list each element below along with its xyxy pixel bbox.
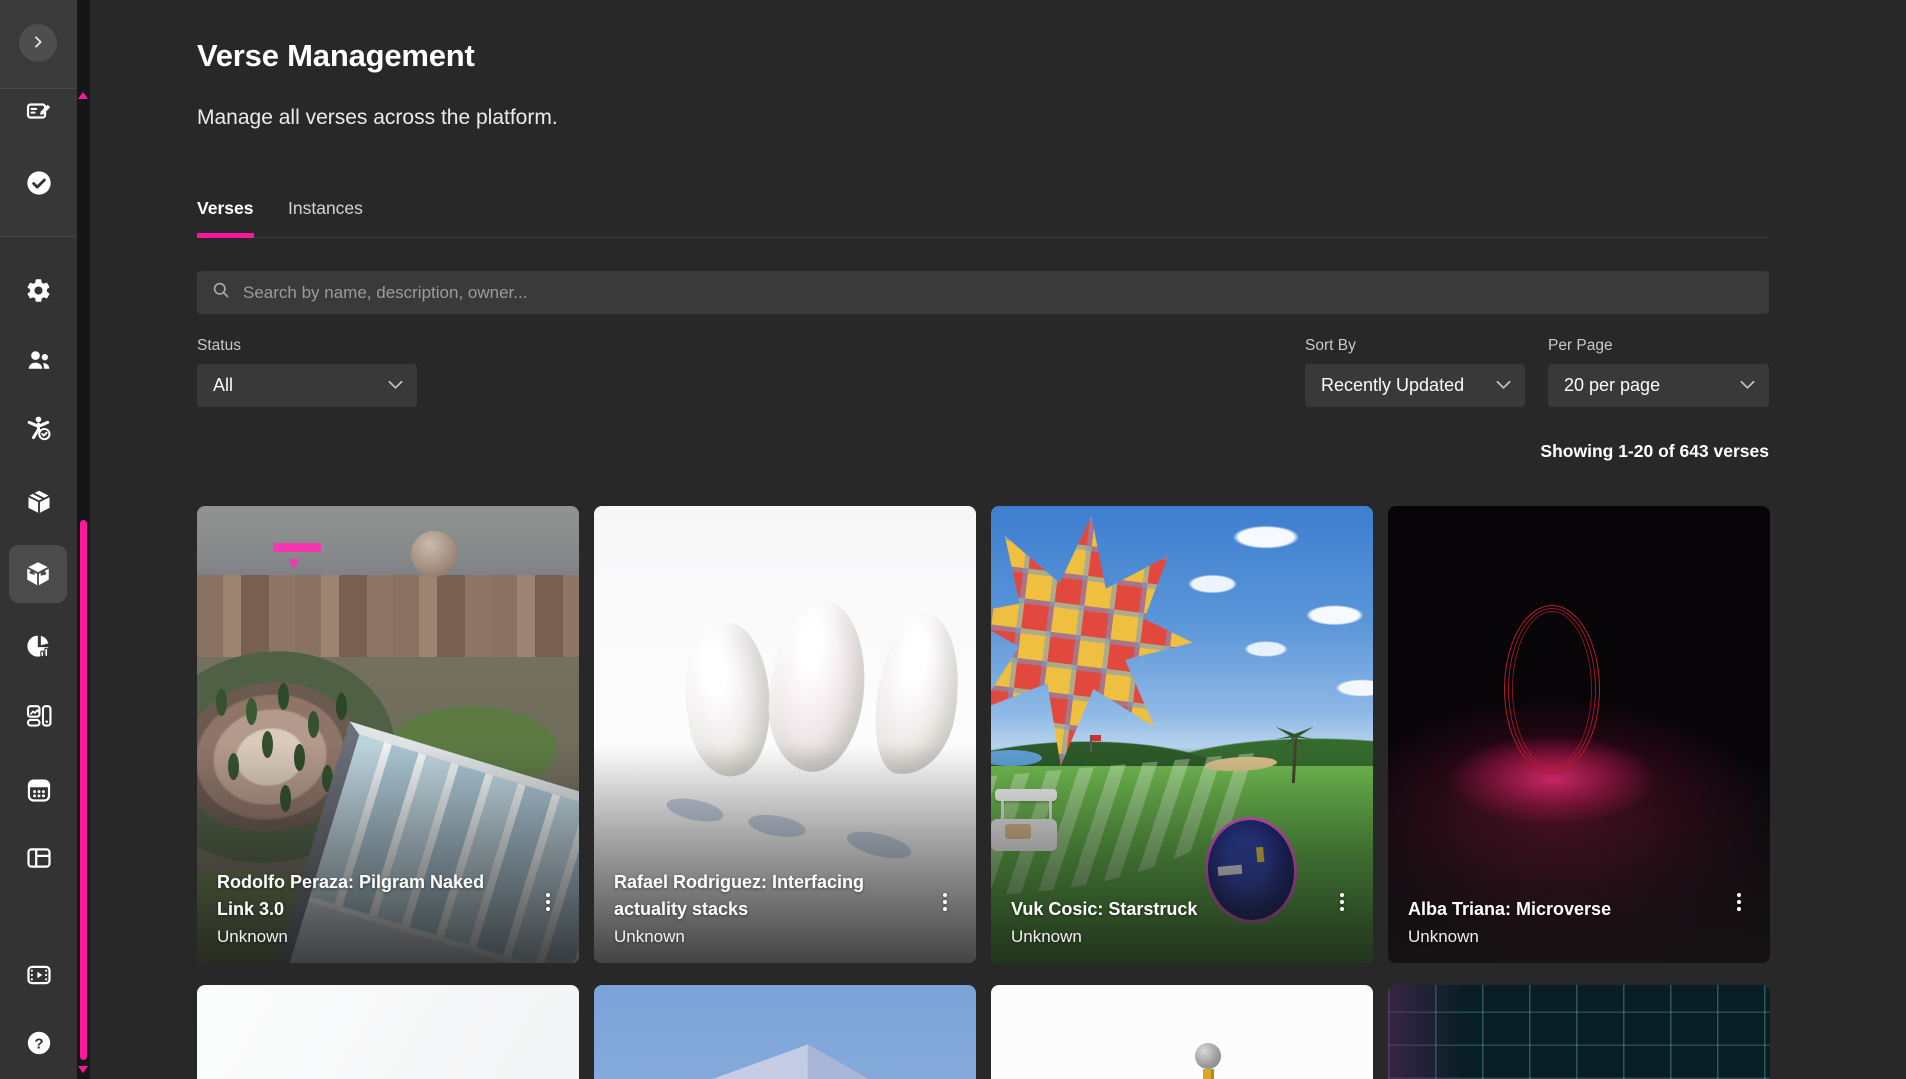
card-owner: Unknown	[614, 927, 914, 947]
card-menu-button[interactable]	[934, 889, 956, 915]
active-tab-underline	[197, 233, 254, 238]
card-title: Rafael Rodriguez: Interfacing actuality …	[614, 869, 914, 923]
card-menu-button[interactable]	[1728, 889, 1750, 915]
verse-card-partial-4[interactable]	[1388, 985, 1770, 1079]
sort-by-label: Sort By	[1305, 337, 1356, 355]
card-gradient-overlay	[1388, 506, 1770, 963]
card-edit-icon	[25, 97, 53, 125]
card-meta: Rodolfo Peraza: Pilgram Naked Link 3.0 U…	[217, 869, 517, 947]
sidebar-item-approvals[interactable]	[0, 161, 77, 205]
analytics-pie-icon	[25, 632, 53, 660]
package-box-icon	[25, 488, 53, 516]
verse-card-rodolfo-peraza[interactable]: Rodolfo Peraza: Pilgram Naked Link 3.0 U…	[197, 506, 579, 963]
sidebar-item-settings[interactable]	[0, 268, 77, 312]
media-panels-icon	[25, 702, 53, 730]
search-icon	[211, 280, 243, 305]
search-bar[interactable]	[197, 271, 1769, 314]
layout-panels-icon	[25, 844, 53, 872]
verse-thumbnail-blue-corner	[594, 985, 976, 1079]
card-owner: Unknown	[217, 927, 517, 947]
sidebar-item-calendar[interactable]	[0, 768, 77, 812]
tab-verses[interactable]: Verses	[197, 198, 253, 219]
sort-by-select[interactable]: Recently Updated	[1305, 364, 1525, 407]
verse-card-rafael-rodriguez[interactable]: Rafael Rodriguez: Interfacing actuality …	[594, 506, 976, 963]
sidebar-item-assets[interactable]	[0, 480, 77, 524]
chevron-down-icon	[1740, 377, 1755, 395]
card-title: Rodolfo Peraza: Pilgram Naked Link 3.0	[217, 869, 517, 923]
verse-cube-icon	[23, 559, 53, 589]
card-gradient-overlay	[991, 506, 1373, 963]
card-title: Vuk Cosic: Starstruck	[1011, 896, 1311, 923]
status-label: Status	[197, 337, 241, 355]
film-strip-icon	[25, 961, 53, 989]
sidebar-item-analytics[interactable]	[0, 624, 77, 668]
card-menu-button[interactable]	[1331, 889, 1353, 915]
status-select-value: All	[213, 375, 233, 396]
tabs-divider	[197, 237, 1769, 238]
sidebar-scrollbar[interactable]	[77, 0, 90, 1079]
check-circle-icon	[25, 169, 53, 197]
users-icon	[25, 346, 53, 374]
card-owner: Unknown	[1408, 927, 1708, 947]
sidebar: ?	[0, 0, 77, 1079]
help-icon: ?	[25, 1029, 53, 1057]
results-summary: Showing 1-20 of 643 verses	[1300, 441, 1769, 462]
sidebar-item-videos[interactable]	[0, 953, 77, 997]
card-meta: Vuk Cosic: Starstruck Unknown	[1011, 896, 1311, 947]
page-subtitle: Manage all verses across the platform.	[197, 106, 558, 130]
gear-icon	[25, 277, 52, 304]
svg-text:?: ?	[34, 1035, 43, 1052]
verse-thumbnail-teal-grid	[1388, 985, 1770, 1079]
card-title: Alba Triana: Microverse	[1408, 896, 1708, 923]
sidebar-item-verses[interactable]	[9, 545, 67, 603]
chevron-down-icon	[388, 377, 403, 395]
per-page-select[interactable]: 20 per page	[1548, 364, 1769, 407]
card-owner: Unknown	[1011, 927, 1311, 947]
scroll-thumb[interactable]	[80, 520, 87, 1060]
tab-instances[interactable]: Instances	[288, 198, 363, 219]
sidebar-item-content-card[interactable]	[0, 89, 77, 133]
verse-card-partial-3[interactable]	[991, 985, 1373, 1079]
page-title: Verse Management	[197, 38, 475, 74]
verse-card-alba-triana[interactable]: Alba Triana: Microverse Unknown	[1388, 506, 1770, 963]
verse-thumbnail-white	[197, 985, 579, 1079]
member-check-icon	[25, 414, 53, 442]
verse-card-partial-1[interactable]	[197, 985, 579, 1079]
sidebar-item-media[interactable]	[0, 694, 77, 738]
sort-by-select-value: Recently Updated	[1321, 375, 1464, 396]
scroll-up-arrow[interactable]	[78, 92, 88, 99]
sidebar-item-help[interactable]: ?	[0, 1021, 77, 1065]
search-input[interactable]	[243, 283, 1755, 303]
per-page-label: Per Page	[1548, 337, 1613, 355]
calendar-icon	[25, 776, 53, 804]
status-select[interactable]: All	[197, 364, 417, 407]
card-menu-button[interactable]	[537, 889, 559, 915]
chevron-down-icon	[1496, 377, 1511, 395]
verse-thumbnail-gold-machine	[991, 985, 1373, 1079]
verse-management-page: ? Verse Management Manage all verses acr…	[0, 0, 1906, 1079]
per-page-select-value: 20 per page	[1564, 375, 1660, 396]
card-meta: Alba Triana: Microverse Unknown	[1408, 896, 1708, 947]
scroll-down-arrow[interactable]	[78, 1066, 88, 1073]
card-meta: Rafael Rodriguez: Interfacing actuality …	[614, 869, 914, 947]
verse-card-partial-2[interactable]	[594, 985, 976, 1079]
sidebar-expand-button[interactable]	[19, 24, 57, 62]
verse-card-vuk-cosic[interactable]: Vuk Cosic: Starstruck Unknown	[991, 506, 1373, 963]
sidebar-item-layouts[interactable]	[0, 836, 77, 880]
sidebar-item-users[interactable]	[0, 338, 77, 382]
chevron-right-icon	[30, 34, 46, 53]
sidebar-item-members[interactable]	[0, 406, 77, 450]
